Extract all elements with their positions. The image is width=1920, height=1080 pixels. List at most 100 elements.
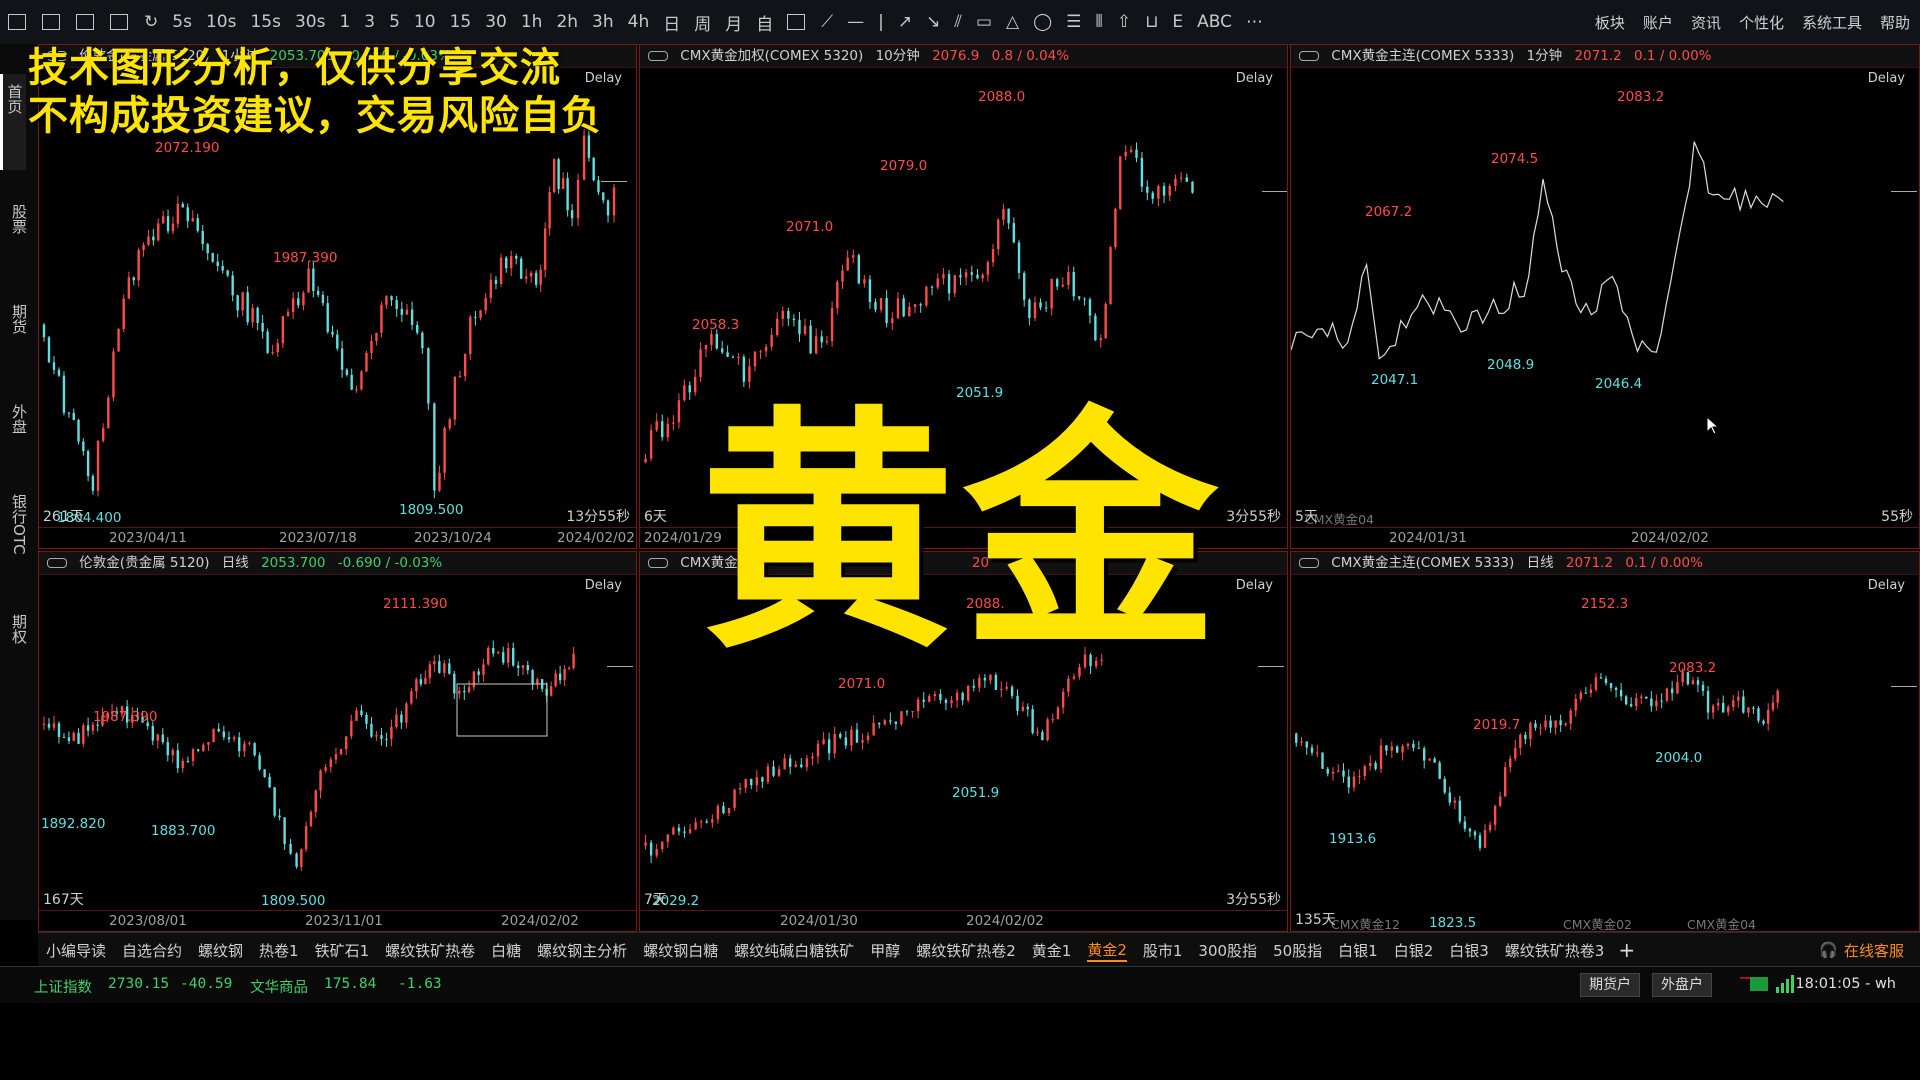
tab-item[interactable]: 自选合约 [122,940,182,961]
fibonacci-icon[interactable]: ☰ [1066,12,1081,32]
sidebar-item-foreign[interactable]: 外盘 [0,404,38,474]
selection-box[interactable] [456,683,548,737]
tab-item[interactable]: 白糖 [491,940,521,961]
chart-panel-london-gold-daily[interactable]: 伦敦金(贵金属 5120) 日线 2053.700 -0.690 / -0.03… [38,551,637,932]
link-icon[interactable] [648,51,668,61]
period-dropdown[interactable]: 1分钟 [1527,48,1563,64]
online-service-button[interactable]: 🎧 在线客服 [1819,933,1904,967]
tab-item[interactable]: 铁矿石1 [315,940,370,961]
last-price: 2076.9 [932,48,980,64]
sidebar-item-bank-otc[interactable]: 银行OTC [0,494,38,614]
tab-item[interactable]: 小编导读 [46,940,106,961]
indicator-icon[interactable] [76,14,94,30]
tab-item[interactable]: 甲醇 [870,940,900,961]
period-15m[interactable]: 15 [450,12,472,32]
period-dropdown[interactable]: 日线 [222,555,249,571]
sidebar-item-options[interactable]: 期权 [0,614,38,684]
ellipse-icon[interactable]: ◯ [1033,12,1052,32]
tab-item[interactable]: 螺纹钢主分析 [537,940,627,961]
tab-item[interactable]: 螺纹钢白糖 [643,940,718,961]
period-30m[interactable]: 30 [485,12,507,32]
tab-item[interactable]: 螺纹铁矿热卷2 [916,940,1016,961]
tab-item[interactable]: 螺纹铁矿热卷3 [1505,940,1605,961]
line-chart[interactable] [1291,67,1920,530]
sidebar-item-home[interactable]: 首页 [0,74,26,170]
vertical-line-icon[interactable]: | [878,12,884,32]
instrument-name[interactable]: CMX黄金加权(COMEX 5320) [680,48,863,64]
gann-icon[interactable]: ⦀ [1095,12,1102,32]
candlestick-chart[interactable] [1291,574,1920,913]
layout-icon[interactable] [110,14,128,30]
triangle-icon[interactable]: △ [1006,12,1019,32]
ruler-icon[interactable]: ⊔ [1145,12,1158,32]
ray-icon[interactable]: ↗ [898,12,912,32]
tab-item[interactable]: 白银3 [1449,940,1489,961]
tab-item[interactable]: 黄金2 [1087,939,1127,962]
period-month[interactable]: 月 [725,10,742,35]
candlestick-chart[interactable] [39,574,637,913]
period-dropdown[interactable]: 10分钟 [876,48,920,64]
tab-item[interactable]: 股市1 [1143,940,1183,961]
sidebar-item-futures[interactable]: 期货 [0,304,38,374]
period-1m[interactable]: 1 [339,12,350,32]
sidebar-item-stocks[interactable]: 股票 [0,204,38,274]
arrow-up-icon[interactable]: ⇧ [1117,12,1131,32]
chart-panel-cmx-gold-main-daily[interactable]: CMX黄金主连(COMEX 5333) 日线 2071.2 0.1 / 0.00… [1290,551,1920,932]
trendline-icon[interactable]: ⟋ [821,12,833,32]
grid-view-icon[interactable] [8,14,26,30]
period-15s[interactable]: 15s [250,12,281,32]
tab-item[interactable]: 螺纹钢 [198,940,243,961]
instrument-name[interactable]: CMX黄金主连(COMEX 5333) [1331,555,1514,571]
menu-help[interactable]: 帮助 [1880,12,1910,33]
period-day[interactable]: 日 [663,10,680,35]
split-window-icon[interactable] [787,14,806,30]
menu-sector[interactable]: 板块 [1595,12,1625,33]
candle-body [677,827,681,832]
tab-item[interactable]: 白银2 [1394,940,1434,961]
parallel-lines-icon[interactable]: ⫽ [954,12,962,32]
period-3h[interactable]: 3h [592,12,614,32]
text-tool[interactable]: ABC [1197,12,1232,32]
more-icon[interactable]: ⋯ [1246,12,1263,32]
horizontal-line-icon[interactable]: — [847,12,864,32]
period-10s[interactable]: 10s [206,12,237,32]
period-dropdown[interactable]: 日线 [1527,555,1554,571]
period-4h[interactable]: 4h [628,12,650,32]
rectangle-icon[interactable]: ▭ [976,12,992,32]
link-icon[interactable] [47,558,67,568]
period-3m[interactable]: 3 [364,12,375,32]
period-week[interactable]: 周 [694,10,711,35]
cross-cursor-icon[interactable] [42,14,60,30]
link-icon[interactable] [648,558,668,568]
text-e-icon[interactable]: E [1172,12,1183,32]
period-custom[interactable]: 自 [756,10,773,35]
add-tab-icon[interactable]: + [1618,938,1635,962]
link-icon[interactable] [1299,51,1319,61]
chart-panel-cmx-gold-main-1m[interactable]: CMX黄金主连(COMEX 5333) 1分钟 2071.2 0.1 / 0.0… [1290,44,1920,549]
menu-personalize[interactable]: 个性化 [1739,12,1784,33]
menu-system-tools[interactable]: 系统工具 [1802,12,1862,33]
link-icon[interactable] [1299,558,1319,568]
tab-item[interactable]: 白银1 [1338,940,1378,961]
instrument-name[interactable]: CMX黄金主连(COMEX 5333) [1331,48,1514,64]
tab-item[interactable]: 螺纹纯碱白糖铁矿 [734,940,854,961]
tab-item[interactable]: 50股指 [1273,940,1322,961]
period-30s[interactable]: 30s [295,12,326,32]
tab-item[interactable]: 螺纹铁矿热卷 [385,940,475,961]
instrument-name[interactable]: 伦敦金(贵金属 5120) [79,555,209,571]
period-5m[interactable]: 5 [389,12,400,32]
tab-item[interactable]: 热卷1 [259,940,299,961]
futures-account-button[interactable]: 期货户 [1580,973,1640,997]
period-1h[interactable]: 1h [521,12,543,32]
menu-account[interactable]: 账户 [1643,12,1673,33]
period-2h[interactable]: 2h [556,12,578,32]
foreign-account-button[interactable]: 外盘户 [1652,973,1712,997]
refresh-icon[interactable]: ↻ [144,12,158,32]
period-5s[interactable]: 5s [172,12,192,32]
menu-news[interactable]: 资讯 [1691,12,1721,33]
period-10m[interactable]: 10 [414,12,436,32]
price-change: 0.1 / 0.00% [1625,555,1703,571]
tab-item[interactable]: 黄金1 [1032,940,1072,961]
ray-down-icon[interactable]: ↘ [926,12,940,32]
tab-item[interactable]: 300股指 [1198,940,1257,961]
